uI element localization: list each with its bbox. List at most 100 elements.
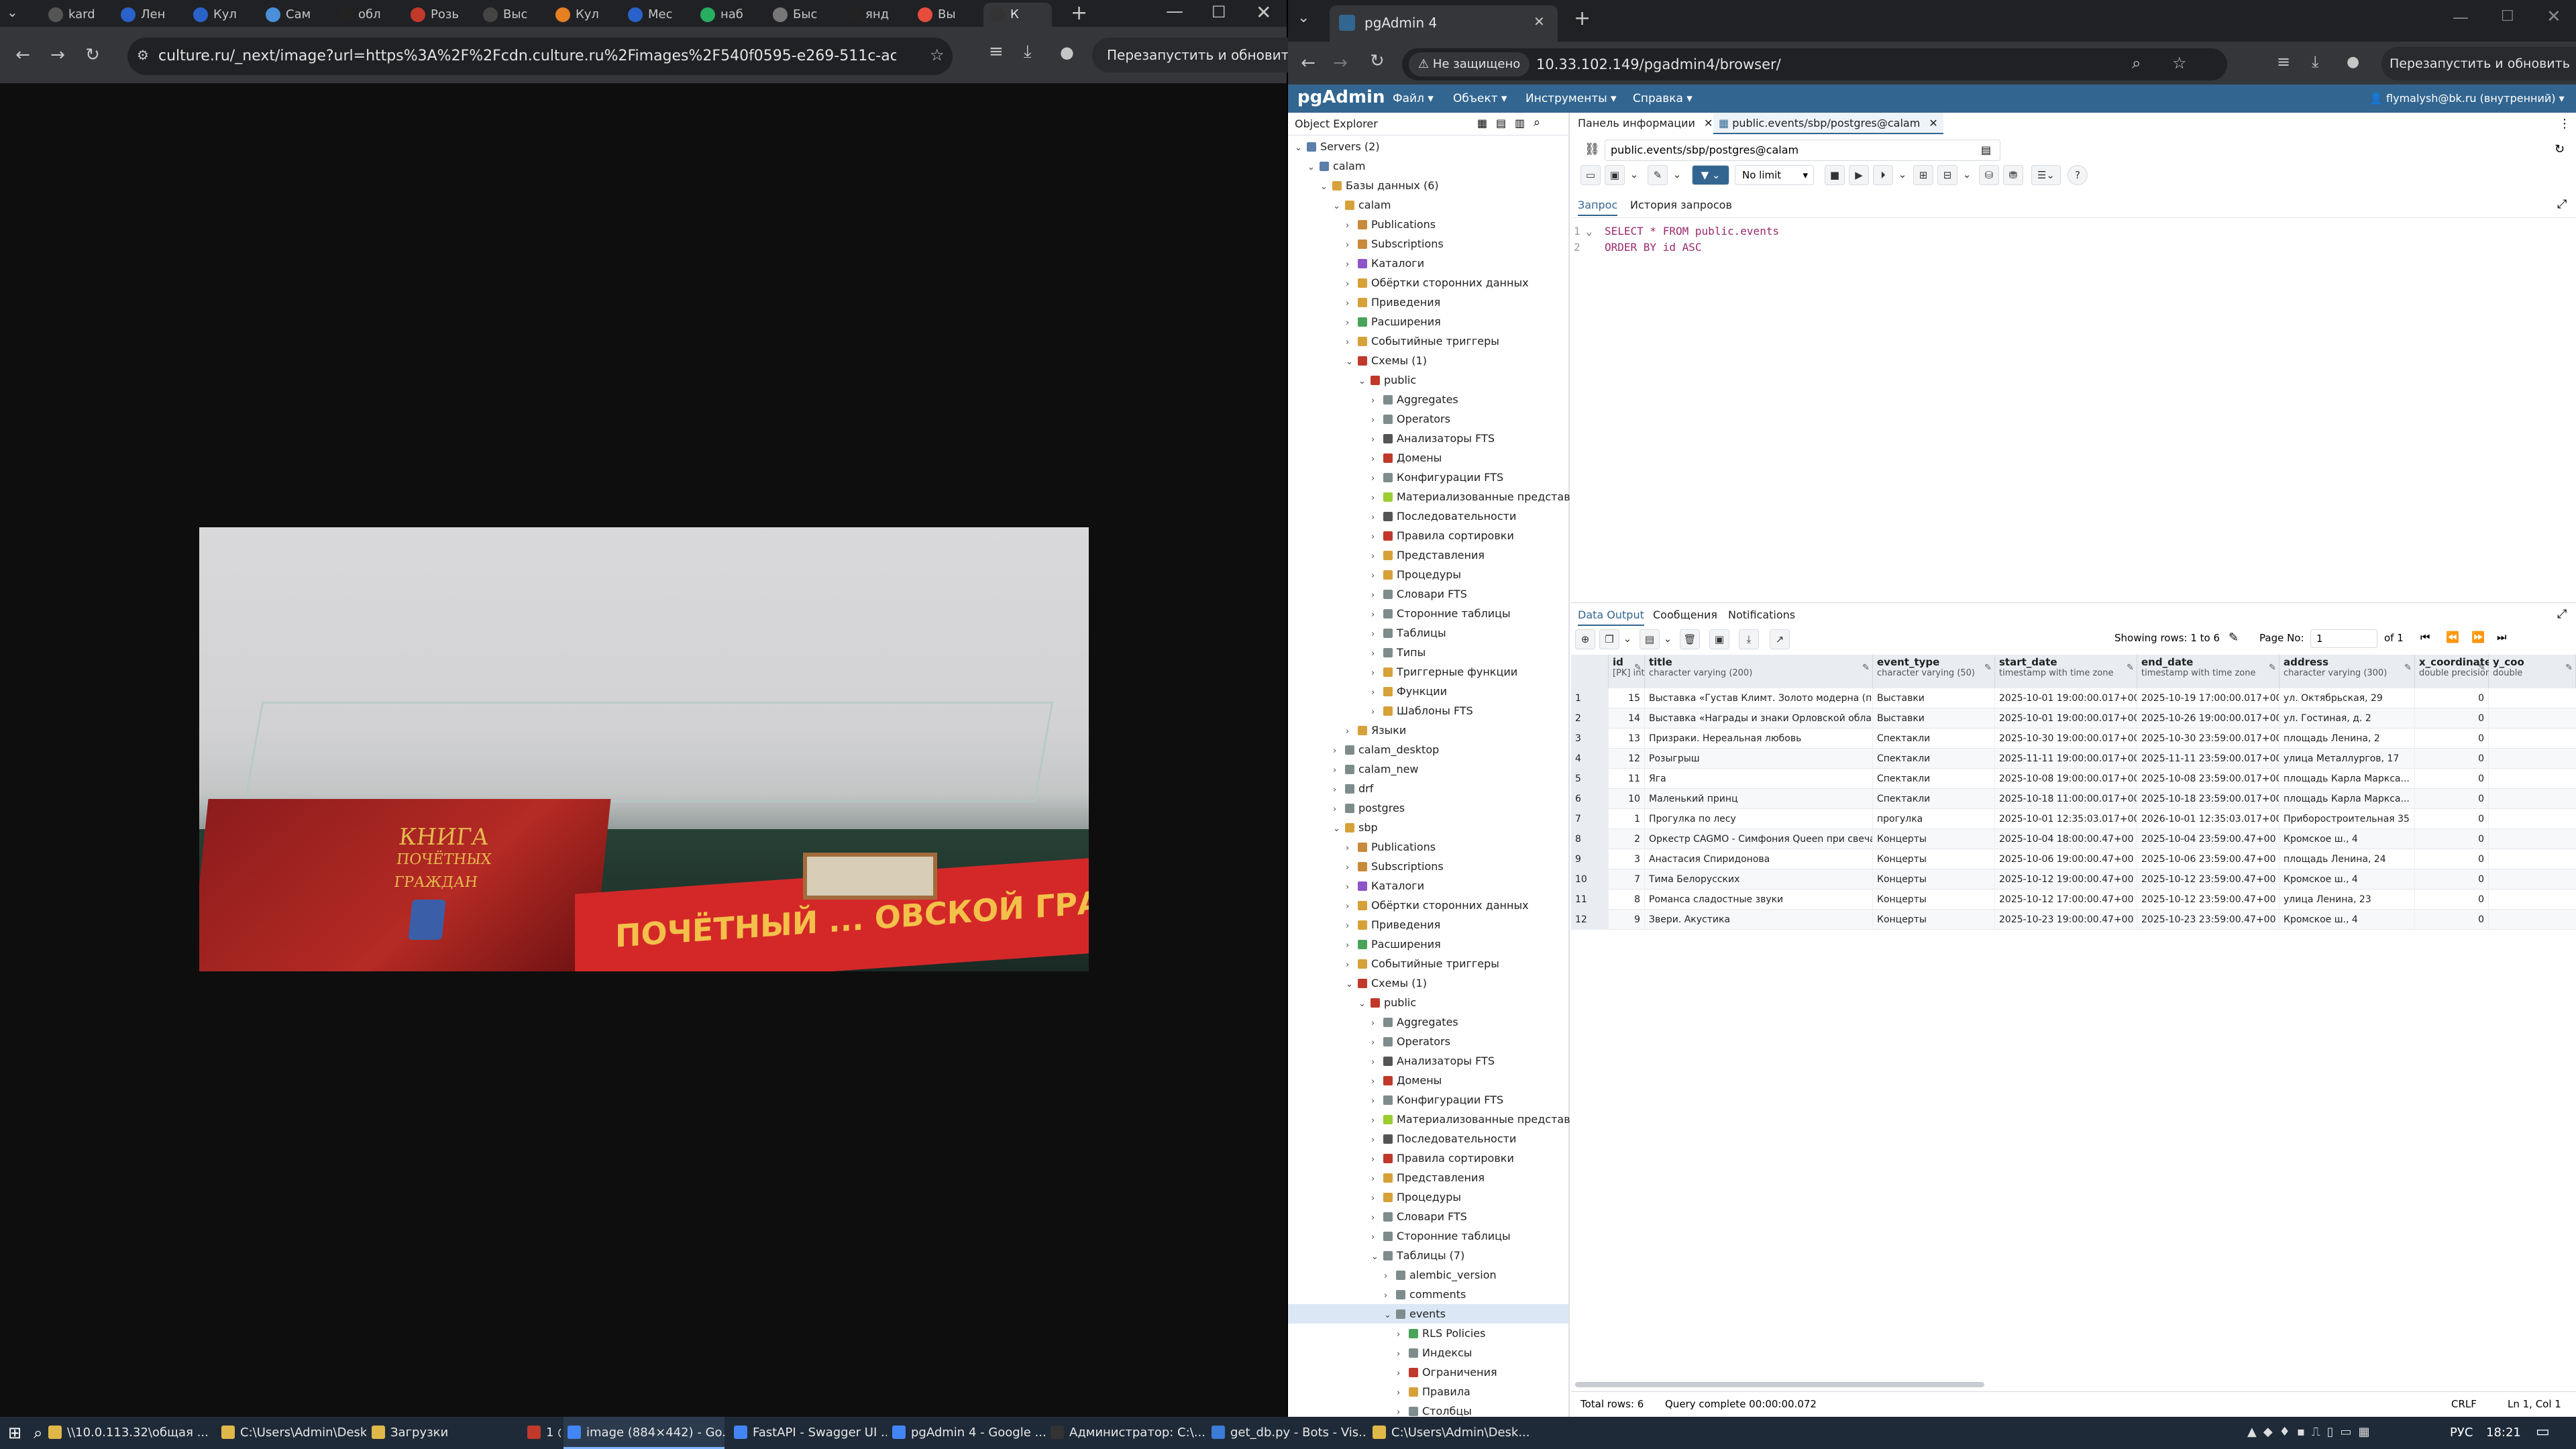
menu-file[interactable]: Файл ▾ (1393, 85, 1434, 113)
left-tab-0[interactable]: kard (42, 3, 110, 27)
tab-messages[interactable]: Сообщения (1653, 604, 1717, 626)
tab-dashboard[interactable]: Панель информации ✕ (1578, 113, 1729, 134)
table-row[interactable]: 1 15 Выставка «Густав Климт. Золото модерн… (1571, 688, 2576, 708)
table-cell[interactable]: Маленький принц (1645, 789, 1873, 809)
tree-node[interactable]: › Последовательности (1288, 1129, 1568, 1148)
paste-dropdown-icon[interactable]: ⌄ (1661, 629, 1674, 649)
table-cell[interactable]: площадь Карла Маркса... (2279, 789, 2415, 809)
tree-node[interactable]: › calam_new (1288, 759, 1568, 779)
not-secure-badge[interactable]: ⚠ Не защищено (1409, 52, 1530, 76)
table-cell[interactable]: 2025-11-11 19:00:00.017+00 (1995, 749, 2137, 769)
execute-options-icon[interactable]: ⏵ (1873, 165, 1893, 185)
table-cell[interactable]: Яга (1645, 769, 1873, 789)
tree-node[interactable]: › Процедуры (1288, 565, 1568, 584)
chevron-right-icon[interactable]: › (1346, 839, 1356, 858)
table-cell[interactable]: 0 (2415, 849, 2489, 869)
table-cell[interactable]: Кромское ш., 4 (2279, 869, 2415, 890)
table-cell[interactable]: 7 (1609, 869, 1645, 890)
taskbar-item[interactable]: get_db.py - Bots - Vis... (1208, 1417, 1367, 1449)
chevron-right-icon[interactable]: › (1371, 430, 1382, 449)
table-cell[interactable]: 0 (2415, 789, 2489, 809)
chevron-right-icon[interactable]: › (1346, 897, 1356, 916)
oe-query-tool-icon[interactable]: ▦ (1477, 117, 1487, 129)
left-tab-2[interactable]: Кул (186, 3, 255, 27)
close-icon-right[interactable]: ✕ (2546, 7, 2561, 27)
tab-search-icon[interactable]: ⌄ (7, 4, 18, 20)
chevron-right-icon[interactable]: › (1397, 1325, 1407, 1344)
tree-node[interactable]: › Publications (1288, 215, 1568, 234)
new-tab-button[interactable]: + (1071, 1, 1087, 25)
table-cell[interactable]: 0 (2415, 729, 2489, 749)
taskbar-item[interactable]: image (884×442) - Go... (564, 1417, 724, 1449)
menu-object[interactable]: Объект ▾ (1453, 85, 1507, 113)
tree-node[interactable]: › Конфигурации FTS (1288, 468, 1568, 487)
table-row[interactable]: 11 8 Романса сладостные звуки Концерты 2025-… (1571, 890, 2576, 910)
chevron-right-icon[interactable]: › (1371, 663, 1382, 683)
chevron-right-icon[interactable]: › (1346, 274, 1356, 294)
column-edit-icon[interactable]: ✎ (2269, 663, 2276, 673)
chevron-right-icon[interactable]: › (1371, 1091, 1382, 1111)
chevron-right-icon[interactable]: › (1371, 469, 1382, 488)
chevron-right-icon[interactable]: › (1371, 449, 1382, 469)
column-edit-icon[interactable]: ✎ (1862, 663, 1870, 673)
taskbar-item[interactable]: Загрузки (368, 1417, 522, 1449)
chevron-right-icon[interactable]: › (1371, 1228, 1382, 1247)
table-cell[interactable]: Тима Белорусских (1645, 869, 1873, 890)
tree-node[interactable]: ⌄ public (1288, 370, 1568, 390)
table-row[interactable]: 4 12 Розыгрыш Спектакли 2025-11-11 19:00:00.… (1571, 749, 2576, 769)
chevron-right-icon[interactable]: › (1371, 1053, 1382, 1072)
table-cell[interactable]: Концерты (1873, 829, 1995, 849)
column-edit-icon[interactable]: ✎ (2478, 663, 2485, 673)
table-row[interactable]: 6 10 Маленький принц Спектакли 2025-10-18 11… (1571, 789, 2576, 809)
reload-icon[interactable]: ↻ (80, 43, 105, 67)
bookmark-star-icon-right[interactable]: ☆ (2172, 54, 2187, 72)
chevron-right-icon[interactable]: › (1371, 1033, 1382, 1053)
tab-dashboard-close-icon[interactable]: ✕ (1704, 117, 1713, 129)
table-cell[interactable]: 15 (1609, 688, 1645, 708)
table-row[interactable]: 12 9 Звери. Акустика Концерты 2025-10-23 19:… (1571, 910, 2576, 930)
start-icon[interactable]: ⊞ (8, 1424, 21, 1442)
column-header[interactable]: end_date timestamp with time zone ✎ (2137, 655, 2279, 688)
oe-view-data-icon[interactable]: ▤ (1496, 117, 1506, 129)
tree-node[interactable]: › Каталоги (1288, 876, 1568, 896)
table-cell[interactable]: Концерты (1873, 869, 1995, 890)
table-cell[interactable]: 2025-11-11 23:59:00.017+00 (2137, 749, 2279, 769)
notification-icon[interactable]: ▭ (2536, 1424, 2550, 1440)
chevron-down-icon[interactable]: ⌄ (1358, 994, 1369, 1014)
taskbar-item[interactable]: Администратор: C:\... (1046, 1417, 1206, 1449)
reload-icon-right[interactable]: ↻ (1370, 51, 1385, 71)
sql-editor[interactable]: 1 2 ⌄ SELECT * FROM public.events ORDER … (1571, 217, 2576, 593)
table-row[interactable]: 10 7 Тима Белорусских Концерты 2025-10-12 19… (1571, 869, 2576, 890)
copy-icon[interactable]: ❐ (1599, 629, 1619, 649)
tree-node[interactable]: › Приведения (1288, 292, 1568, 312)
horizontal-scrollbar[interactable] (1575, 1382, 1984, 1387)
tab-notifications[interactable]: Notifications (1728, 604, 1795, 626)
table-cell[interactable]: 0 (2415, 809, 2489, 829)
chevron-right-icon[interactable]: › (1371, 683, 1382, 702)
tree-node[interactable]: › Шаблоны FTS (1288, 701, 1568, 720)
left-tab-8[interactable]: Мес (621, 3, 690, 27)
edit-dropdown-icon[interactable]: ⌄ (1670, 165, 1684, 185)
chevron-right-icon[interactable]: › (1371, 1130, 1382, 1150)
table-cell[interactable]: 2025-10-06 19:00:00.47+00 (1995, 849, 2137, 869)
profile-icon[interactable]: ● (1060, 43, 1074, 62)
left-tab-11[interactable]: янд (839, 3, 907, 27)
delete-icon[interactable]: 🗑 (1680, 629, 1700, 649)
expand-editor-icon[interactable]: ⤢ (2557, 197, 2567, 211)
tree-node[interactable]: › alembic_version (1288, 1265, 1568, 1285)
taskbar-item[interactable]: \\10.0.113.32\общая ... (44, 1417, 216, 1449)
column-edit-icon[interactable]: ✎ (1984, 663, 1992, 673)
chevron-right-icon[interactable]: › (1346, 235, 1356, 255)
chevron-right-icon[interactable]: › (1371, 586, 1382, 605)
table-cell[interactable]: Призраки. Нереальная любовь (1645, 729, 1873, 749)
chevron-right-icon[interactable]: › (1346, 955, 1356, 975)
page-no-input[interactable]: 1 (2310, 629, 2377, 648)
chevron-right-icon[interactable]: › (1333, 761, 1344, 780)
table-row[interactable]: 2 14 Выставка «Награды и знаки Орловской о… (1571, 708, 2576, 729)
edit-icon[interactable]: ✎ (1648, 165, 1668, 185)
chevron-right-icon[interactable]: › (1346, 722, 1356, 741)
left-tab-5[interactable]: Розь (404, 3, 472, 27)
open-file-icon[interactable]: ▭ (1580, 165, 1601, 185)
tree-node[interactable]: › Aggregates (1288, 390, 1568, 409)
column-header[interactable]: id [PK] integer ✎ (1609, 655, 1664, 688)
